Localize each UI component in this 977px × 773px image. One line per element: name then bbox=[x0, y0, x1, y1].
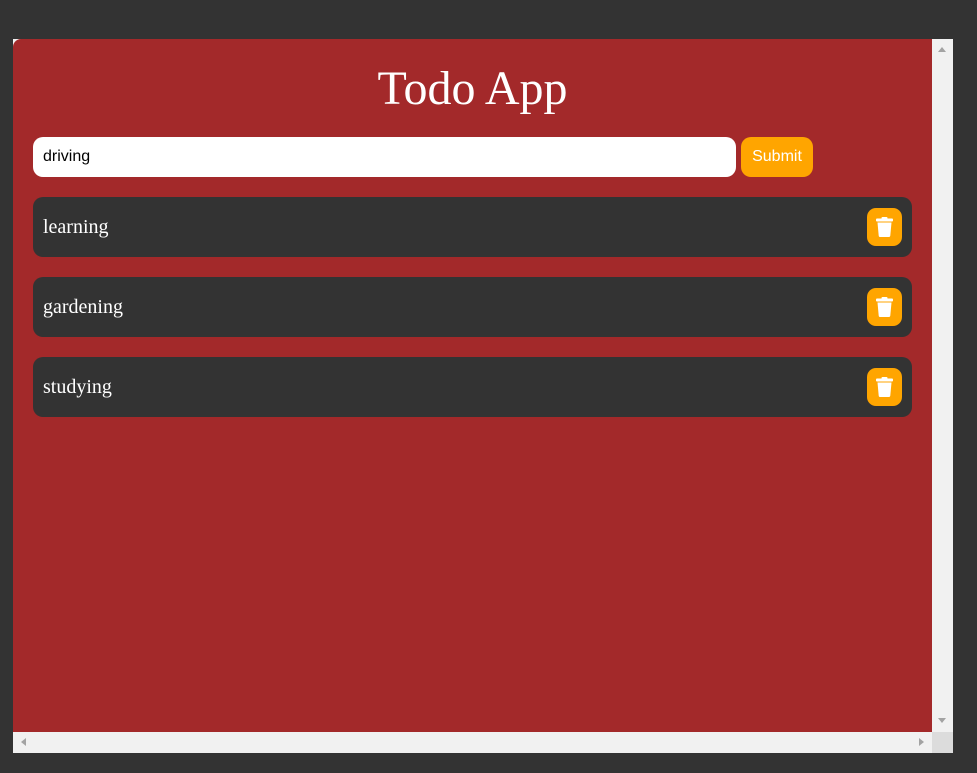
scroll-down-arrow-icon[interactable] bbox=[938, 718, 946, 723]
trash-icon bbox=[876, 377, 893, 397]
horizontal-scrollbar[interactable] bbox=[13, 732, 932, 753]
vertical-scrollbar[interactable] bbox=[932, 39, 953, 732]
todo-text: gardening bbox=[43, 296, 123, 318]
todo-text: studying bbox=[43, 376, 112, 398]
delete-button[interactable] bbox=[867, 208, 902, 246]
todo-list: learning gardening studying bbox=[33, 197, 912, 437]
browser-viewport: Todo App Submit learning gardening bbox=[13, 39, 953, 753]
todo-item: gardening bbox=[33, 277, 912, 337]
scroll-right-arrow-icon[interactable] bbox=[919, 738, 924, 746]
delete-button[interactable] bbox=[867, 368, 902, 406]
todo-input[interactable] bbox=[33, 137, 736, 177]
page-title: Todo App bbox=[377, 62, 568, 115]
todo-text: learning bbox=[43, 216, 109, 238]
submit-button[interactable]: Submit bbox=[741, 137, 813, 177]
delete-button[interactable] bbox=[867, 288, 902, 326]
todo-item: learning bbox=[33, 197, 912, 257]
trash-icon bbox=[876, 297, 893, 317]
scroll-left-arrow-icon[interactable] bbox=[21, 738, 26, 746]
scrollbar-corner bbox=[932, 732, 953, 753]
todo-app-container: Todo App Submit learning gardening bbox=[13, 39, 932, 732]
todo-item: studying bbox=[33, 357, 912, 417]
scroll-up-arrow-icon[interactable] bbox=[938, 47, 946, 52]
trash-icon bbox=[876, 217, 893, 237]
